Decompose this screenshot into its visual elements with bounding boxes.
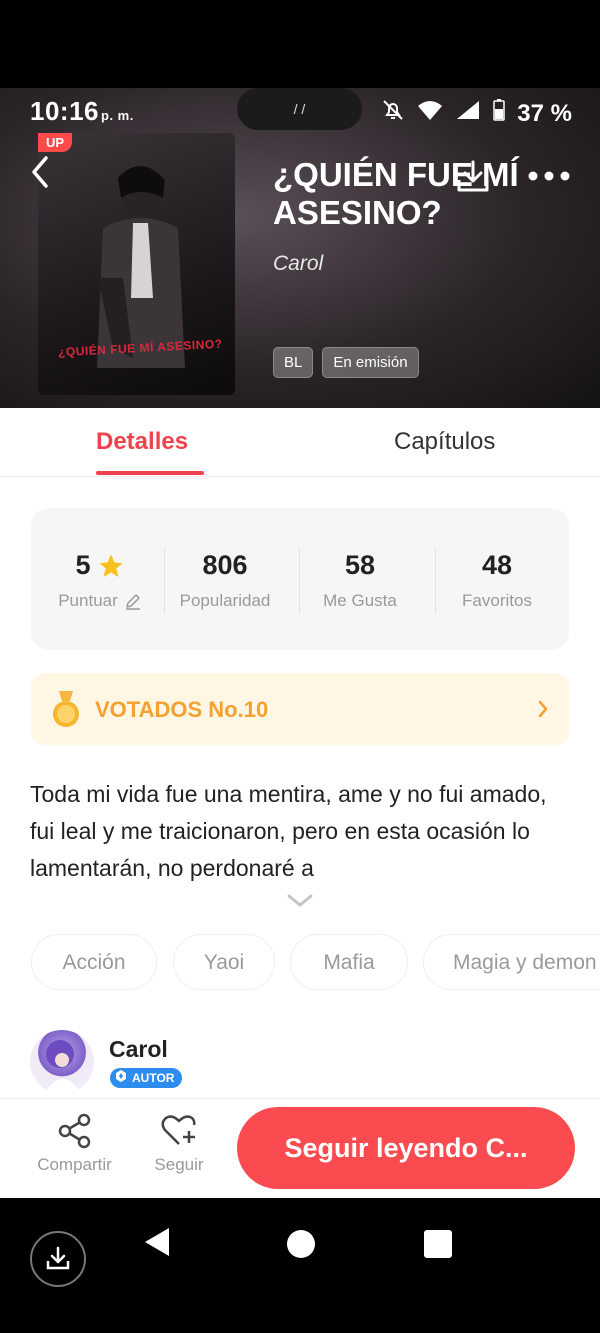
edit-pencil-icon [125,594,140,610]
author-row[interactable]: Carol AUTOR [30,1028,570,1098]
nav-recents-icon[interactable] [424,1230,452,1258]
continue-reading-button[interactable]: Seguir leyendo C... [237,1107,575,1189]
tab-chapters[interactable]: Capítulos [394,428,495,456]
chevron-right-icon [538,700,548,718]
top-black-bar [0,0,600,88]
synopsis-text: Toda mi vida fue una mentira, ame y no f… [30,781,547,881]
genre-chip[interactable]: Yaoi [173,934,275,990]
header-author[interactable]: Carol [273,252,323,276]
medal-icon [53,691,79,727]
bell-off-icon [381,98,405,129]
nav-home-icon[interactable] [287,1230,315,1258]
author-badge: AUTOR [110,1068,183,1088]
system-icons: 37 % [381,98,572,129]
chevron-down-icon[interactable] [286,893,314,909]
ranking-banner[interactable]: VOTADOS No.10 [31,673,569,745]
follow-button[interactable]: Seguir [148,1113,210,1175]
stat-rating[interactable]: 5 Puntuar [35,550,165,611]
genre-chip[interactable]: Mafia [290,934,408,990]
status-bar: 10:16 p. m. / / 37 % [0,88,600,132]
share-button[interactable]: Compartir [32,1113,117,1175]
author-name[interactable]: Carol [109,1036,168,1063]
camera-pill: / / [237,88,362,130]
battery-icon [493,99,506,128]
stat-likes: 58 Me Gusta [323,550,397,610]
signal-icon [455,99,481,128]
stat-favorites: 48 Favoritos [462,550,532,610]
more-options-icon[interactable] [527,170,571,182]
heart-plus-icon [161,1115,196,1145]
wifi-icon [417,99,443,128]
stats-card: 5 Puntuar 806 Popularidad 58 Me Gusta 48… [31,508,569,650]
up-badge: UP [38,133,73,152]
genre-chip[interactable]: Magia y demon [423,934,600,990]
verified-icon [116,1070,126,1082]
active-tab-indicator [96,471,204,475]
screen-download-button[interactable] [30,1231,86,1287]
genre-chip[interactable]: Acción [31,934,157,990]
download-icon[interactable] [455,158,491,194]
bottom-action-bar: Compartir Seguir Seguir leyendo C... [0,1098,600,1199]
stat-popularity: 806 Popularidad [179,550,271,610]
tab-bar: Detalles Capítulos [0,408,600,477]
tag-status: En emisión [322,347,419,378]
book-cover: ¿QUIÉN FUE MÍ ASESINO? [38,133,235,395]
star-icon [98,553,123,577]
author-avatar[interactable] [30,1030,94,1094]
cover-figure [97,165,185,368]
android-nav-bar [0,1198,600,1333]
tag-bl[interactable]: BL [273,347,314,378]
tab-details[interactable]: Detalles [96,428,188,456]
download-icon [46,1246,70,1270]
details-panel: Detalles Capítulos 5 Puntuar 806 Popular… [0,408,600,1098]
status-time: 10:16 p. m. [30,96,134,126]
ranking-text: VOTADOS No.10 [95,697,269,722]
back-arrow-icon[interactable] [26,152,56,192]
share-icon [58,1113,90,1149]
battery-percent: 37 % [517,99,572,127]
genre-chips: Acción Yaoi Mafia Magia y demon [31,934,600,994]
nav-back-icon[interactable] [143,1226,171,1258]
book-tags: BL En emisión [273,347,419,378]
